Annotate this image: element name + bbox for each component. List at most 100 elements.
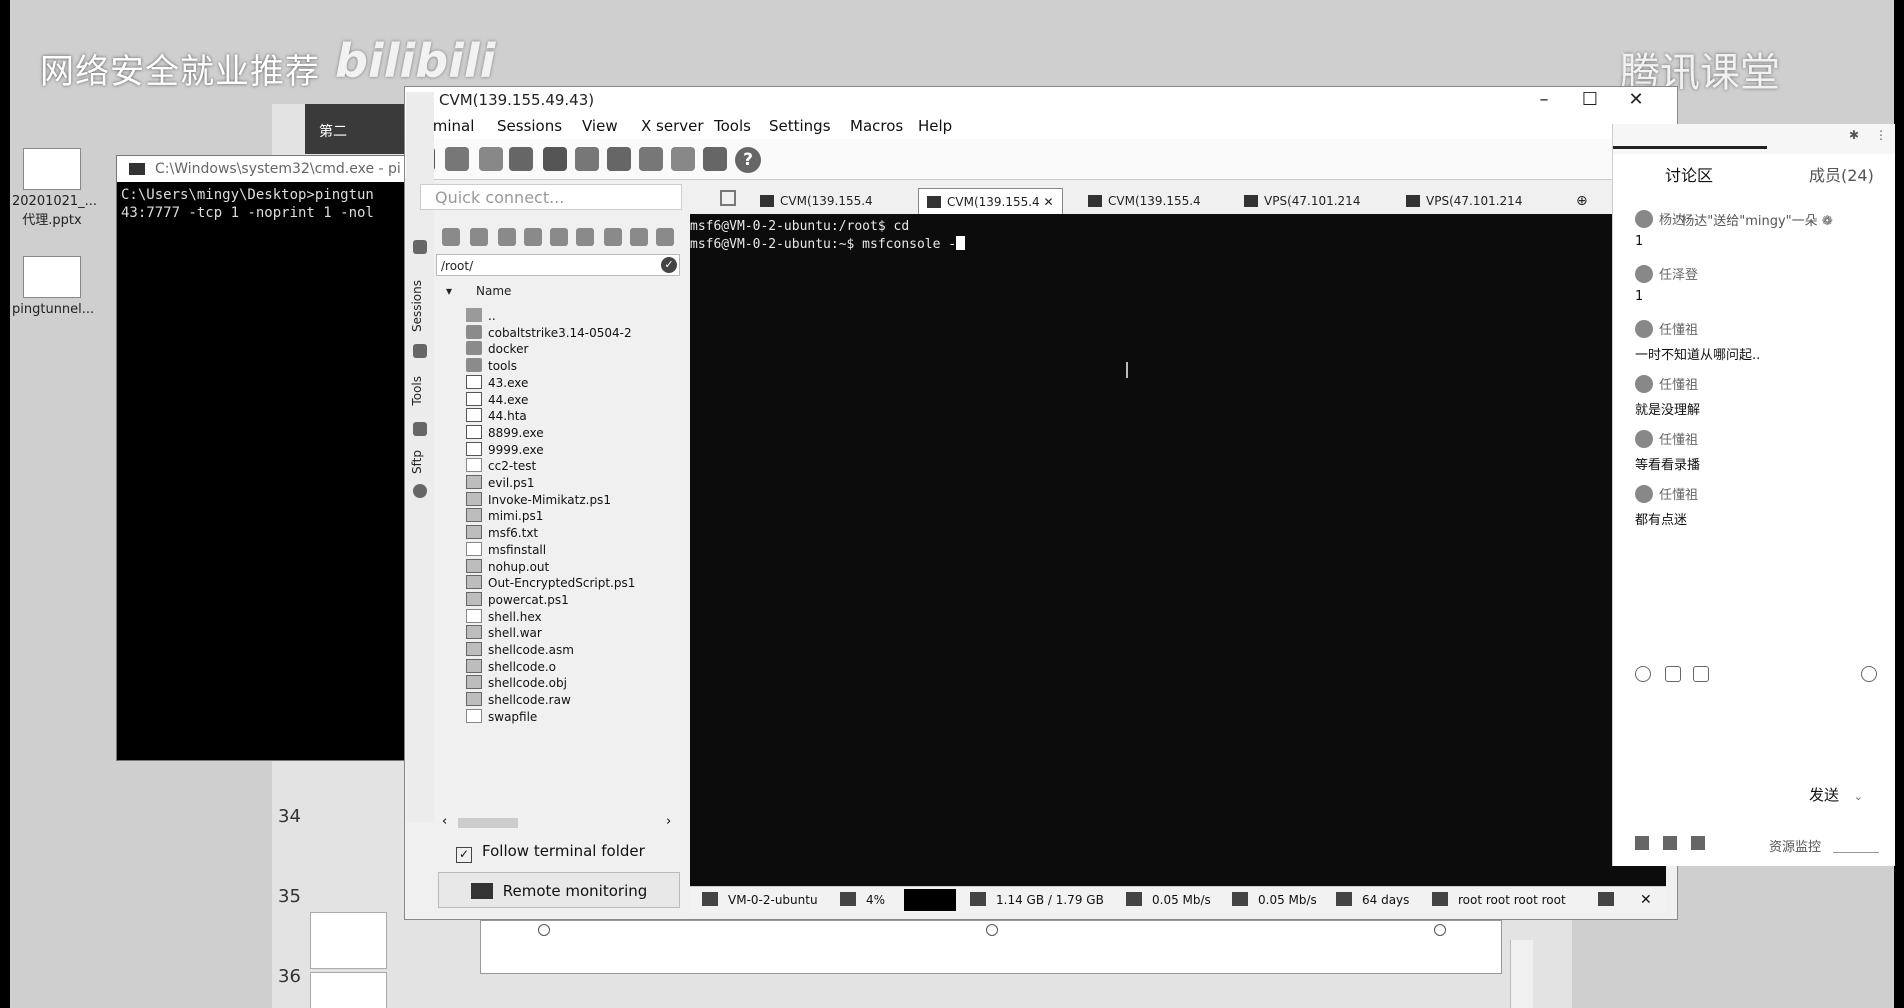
cmd-window[interactable]: C:\Windows\system32\cmd.exe - pi C:\User… <box>116 155 418 761</box>
chevron-down-icon[interactable]: ⌄ <box>1854 790 1863 803</box>
cmd-titlebar[interactable]: C:\Windows\system32\cmd.exe - pi <box>117 156 417 182</box>
menu-help[interactable]: Help <box>918 117 952 135</box>
settings-gear-icon[interactable] <box>703 147 727 171</box>
gift-text: "杨达"送给"mingy"一朵 <box>1675 214 1818 229</box>
session-tab-active[interactable]: CVM(139.155.4 ✕ <box>918 188 1063 215</box>
refresh-icon[interactable] <box>524 228 542 246</box>
slide-thumbnail[interactable] <box>310 912 387 969</box>
close-tab-icon[interactable]: ✕ <box>1044 195 1054 209</box>
column-name[interactable]: Name <box>476 284 511 298</box>
scroll-thumb[interactable] <box>458 818 518 828</box>
settings-icon[interactable] <box>1861 666 1877 682</box>
tab-members[interactable]: 成员(24) <box>1809 162 1874 186</box>
follow-terminal-folder-checkbox[interactable]: ✓ Follow terminal folder <box>456 842 645 863</box>
star-icon[interactable] <box>509 147 533 171</box>
menu-view[interactable]: View <box>582 117 618 135</box>
servers-icon[interactable] <box>445 147 469 171</box>
session-tab[interactable]: VPS(47.101.214 <box>1406 188 1522 214</box>
ppt-scrollbar[interactable] <box>1510 940 1533 1008</box>
pin-icon[interactable]: ✱ <box>1849 128 1859 142</box>
session-tab[interactable]: VPS(47.101.214 <box>1244 188 1360 214</box>
file-icon <box>466 675 482 690</box>
message-text: 就是没理解 <box>1635 403 1701 418</box>
menu-sessions[interactable]: Sessions <box>497 117 562 135</box>
window-titlebar[interactable]: CVM(139.155.49.43) – ☐ ✕ <box>405 87 1677 113</box>
status-upload: 0.05 Mb/s <box>1126 887 1211 913</box>
sftp-icon[interactable] <box>413 484 427 498</box>
message-author[interactable]: 任懂祖 <box>1635 320 1698 340</box>
file-name: shell.war <box>488 626 542 641</box>
resize-handle[interactable] <box>986 924 998 936</box>
more-icon[interactable]: ⋮ <box>1875 128 1887 142</box>
split-icon[interactable] <box>575 147 599 171</box>
memory-icon <box>970 892 986 906</box>
file-row[interactable]: swapfile <box>466 707 537 727</box>
tools-icon[interactable] <box>413 422 427 436</box>
desktop-icon-pingtunnel[interactable]: pingtunnel... <box>12 256 94 317</box>
scroll-right-icon[interactable]: › <box>666 814 671 829</box>
resize-handle[interactable] <box>1434 924 1446 936</box>
new-file-icon[interactable] <box>576 228 594 246</box>
new-tab-icon[interactable]: ⊕ <box>1576 188 1588 214</box>
tab-sftp[interactable]: Sftp <box>410 450 424 474</box>
quick-connect-input[interactable]: Quick connect... <box>420 184 682 210</box>
multiexec-icon[interactable] <box>607 147 631 171</box>
slide-number: 36 <box>278 966 301 987</box>
message-author[interactable]: 杨达 <box>1635 210 1685 230</box>
menu-settings[interactable]: Settings <box>769 117 831 135</box>
tab-sessions[interactable]: Sessions <box>410 280 424 332</box>
resize-handle[interactable] <box>538 924 550 936</box>
message-author[interactable]: 任懂祖 <box>1635 430 1698 450</box>
mute-icon[interactable] <box>1691 836 1705 850</box>
rename-icon[interactable] <box>630 228 648 246</box>
download-icon[interactable] <box>470 228 488 246</box>
status-close-icon[interactable]: ✕ <box>1640 887 1652 913</box>
terminal-area[interactable]: msf6@VM-0-2-ubuntu:/root$ cd msf6@VM-0-2… <box>690 214 1666 886</box>
file-name: Invoke-Mimikatz.ps1 <box>488 492 611 507</box>
tools-icon[interactable] <box>479 147 503 171</box>
scissors-icon[interactable] <box>1665 666 1681 682</box>
view-icon[interactable] <box>543 147 567 171</box>
message-author[interactable]: 任泽登 <box>1635 265 1698 285</box>
file-list-header[interactable]: ▾ Name <box>446 284 690 302</box>
desktop-icon-pptx[interactable]: 20201021_... 代理.pptx <box>12 148 97 228</box>
send-button[interactable]: 发送 ⌄ <box>1809 784 1863 805</box>
scroll-left-icon[interactable]: ‹ <box>442 814 447 829</box>
tab-discussion[interactable]: 讨论区 <box>1665 162 1713 186</box>
remote-monitoring-button[interactable]: Remote monitoring <box>438 872 680 908</box>
tunneling-icon[interactable] <box>639 147 663 171</box>
minimize-button[interactable]: – <box>1521 87 1567 113</box>
new-folder-icon[interactable] <box>550 228 568 246</box>
collapse-chevron-icon[interactable] <box>413 240 427 254</box>
parent-folder-icon[interactable] <box>442 228 460 246</box>
checkbox-check-icon[interactable]: ✓ <box>456 847 472 863</box>
speaker-icon[interactable] <box>1663 836 1677 850</box>
file-icon <box>466 658 482 673</box>
microphone-icon[interactable] <box>1635 836 1649 850</box>
message-author[interactable]: 任懂祖 <box>1635 485 1698 505</box>
message-author[interactable]: 任懂祖 <box>1635 375 1698 395</box>
menu-macros[interactable]: Macros <box>850 117 903 135</box>
tab-tools[interactable]: Tools <box>410 376 424 406</box>
confirm-path-icon[interactable]: ✓ <box>661 257 677 273</box>
image-icon[interactable] <box>1693 666 1709 682</box>
help-icon[interactable]: ? <box>735 147 761 173</box>
session-tab[interactable]: CVM(139.155.4 <box>1088 188 1201 214</box>
star-icon[interactable] <box>413 344 427 358</box>
sftp-path-input[interactable]: /root/ ✓ <box>436 254 680 276</box>
delete-icon[interactable] <box>604 228 622 246</box>
download-label: 0.05 Mb/s <box>1258 893 1317 907</box>
slide-thumbnail[interactable] <box>310 972 387 1008</box>
resource-monitor-label[interactable]: 资源监控 <box>1769 836 1821 855</box>
menu-tools[interactable]: Tools <box>714 117 751 135</box>
properties-icon[interactable] <box>656 228 674 246</box>
session-tab[interactable]: CVM(139.155.4 <box>760 188 873 214</box>
upload-icon[interactable] <box>498 228 516 246</box>
sftp-hscrollbar[interactable]: ‹ › <box>440 814 684 830</box>
emoji-icon[interactable] <box>1635 666 1651 682</box>
menu-xserver[interactable]: X server <box>641 117 704 135</box>
close-button[interactable]: ✕ <box>1613 87 1659 113</box>
packages-icon[interactable] <box>671 147 695 171</box>
file-name: shellcode.asm <box>488 643 574 657</box>
maximize-button[interactable]: ☐ <box>1567 87 1613 113</box>
